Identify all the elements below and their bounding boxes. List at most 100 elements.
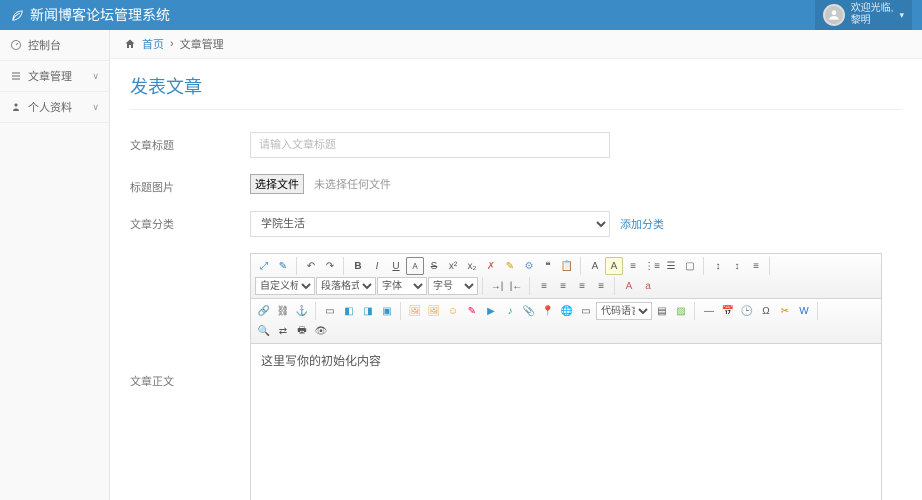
breadcrumb-home[interactable]: 首页 — [142, 36, 164, 52]
sidebar-item-articles[interactable]: 文章管理 ∨ — [0, 61, 109, 92]
insertframe-icon[interactable]: ▭ — [577, 302, 595, 320]
rowspacingbot-icon[interactable]: ↕ — [728, 257, 746, 275]
breadcrumb: 首页 › 文章管理 — [110, 30, 922, 59]
imagenone-icon[interactable]: ▭ — [321, 302, 339, 320]
removeformat-icon[interactable]: ✗ — [482, 257, 500, 275]
preview-icon[interactable]: 👁 — [312, 322, 330, 340]
spechars-icon[interactable]: Ω — [757, 302, 775, 320]
gmap-icon[interactable]: 🌐 — [558, 302, 576, 320]
search-icon[interactable]: 🔍 — [255, 322, 273, 340]
time-icon[interactable]: 🕒 — [738, 302, 756, 320]
imageleft-icon[interactable]: ◧ — [340, 302, 358, 320]
code-lang-select[interactable]: 代码语言 — [596, 302, 652, 320]
align-justify-icon[interactable]: ≡ — [592, 277, 610, 295]
align-center-icon[interactable]: ≡ — [554, 277, 572, 295]
unlink-icon[interactable]: ⛓ — [274, 302, 292, 320]
label-category: 文章分类 — [130, 211, 250, 232]
choose-file-button[interactable]: 选择文件 — [250, 174, 304, 194]
scrawl-icon[interactable]: ✎ — [463, 302, 481, 320]
imagecenter-icon[interactable]: ▣ — [378, 302, 396, 320]
sidebar-item-console[interactable]: 控制台 — [0, 30, 109, 61]
chevron-down-icon: ∨ — [92, 102, 99, 113]
emotion-icon[interactable]: ☺ — [444, 302, 462, 320]
add-category-link[interactable]: 添加分类 — [620, 216, 664, 232]
undo-icon[interactable]: ↶ — [302, 257, 320, 275]
cleardoc-icon[interactable]: ▢ — [681, 257, 699, 275]
leaf-icon — [10, 8, 24, 22]
rowspacingtop-icon[interactable]: ↕ — [709, 257, 727, 275]
home-icon — [124, 38, 136, 50]
chevron-down-icon: ▾ — [899, 10, 904, 21]
imageright-icon[interactable]: ◨ — [359, 302, 377, 320]
paragraph-select[interactable]: 段落格式 — [316, 277, 376, 295]
backcolor-icon[interactable]: A — [605, 257, 623, 275]
outdent-icon[interactable]: |← — [507, 277, 525, 295]
simpleupload-icon[interactable]: 🖼 — [406, 302, 424, 320]
label-image: 标题图片 — [130, 174, 250, 195]
tolowercase-icon[interactable]: a — [639, 277, 657, 295]
hr-icon[interactable]: — — [700, 302, 718, 320]
sidebar-item-label: 控制台 — [28, 37, 99, 53]
user-menu[interactable]: 欢迎光临, 黎明 ▾ — [815, 0, 912, 30]
attachment-icon[interactable]: 📎 — [520, 302, 538, 320]
fullscreen-icon[interactable]: ⤢ — [255, 257, 273, 275]
editor-initial-text: 这里写你的初始化内容 — [261, 354, 381, 368]
file-hint: 未选择任何文件 — [314, 176, 391, 192]
user-icon — [10, 101, 22, 113]
font-family-select[interactable]: 字体 — [377, 277, 427, 295]
breadcrumb-current: 文章管理 — [180, 36, 224, 52]
sidebar: 控制台 文章管理 ∨ 个人资料 ∨ — [0, 30, 110, 500]
article-title-input[interactable] — [250, 132, 610, 158]
bold-icon[interactable]: B — [349, 257, 367, 275]
editor-body[interactable]: 这里写你的初始化内容 — [250, 344, 882, 500]
template-icon[interactable]: ▤ — [653, 302, 671, 320]
insertol-icon[interactable]: ≡ — [624, 257, 642, 275]
main-panel: 首页 › 文章管理 发表文章 文章标题 标题图片 选择文件 未选择任何文件 文章… — [110, 30, 922, 500]
sidebar-item-label: 个人资料 — [28, 99, 86, 115]
formatmatch-icon[interactable]: ✎ — [501, 257, 519, 275]
indent-icon[interactable]: →| — [488, 277, 506, 295]
page-title: 发表文章 — [130, 73, 902, 110]
insertul-icon[interactable]: ⋮≡ — [643, 257, 661, 275]
dashboard-icon — [10, 39, 22, 51]
snapscreen-icon[interactable]: ✂ — [776, 302, 794, 320]
wordimage-icon[interactable]: W — [795, 302, 813, 320]
redo-icon[interactable]: ↷ — [321, 257, 339, 275]
user-greeting: 欢迎光临, 黎明 — [851, 3, 894, 27]
sidebar-item-profile[interactable]: 个人资料 ∨ — [0, 92, 109, 123]
superscript-icon[interactable]: x² — [444, 257, 462, 275]
insertimage-icon[interactable]: 🖼 — [425, 302, 443, 320]
replace-icon[interactable]: ⇄ — [274, 322, 292, 340]
brand: 新闻博客论坛管理系统 — [10, 5, 170, 25]
source-icon[interactable]: ✎ — [274, 257, 292, 275]
underline-icon[interactable]: U — [387, 257, 405, 275]
background-icon[interactable]: ▨ — [672, 302, 690, 320]
selectall-icon[interactable]: ☰ — [662, 257, 680, 275]
fontborder-icon[interactable]: A — [406, 257, 424, 275]
link-icon[interactable]: 🔗 — [255, 302, 273, 320]
autotype-icon[interactable]: ⚙ — [520, 257, 538, 275]
date-icon[interactable]: 📅 — [719, 302, 737, 320]
custom-title-select[interactable]: 自定义标题 — [255, 277, 315, 295]
print-icon[interactable]: 🖶 — [293, 322, 311, 340]
list-icon — [10, 70, 22, 82]
map-icon[interactable]: 📍 — [539, 302, 557, 320]
rich-editor: ⤢ ✎ ↶ ↷ B I U A — [250, 253, 882, 500]
anchor-icon[interactable]: ⚓ — [293, 302, 311, 320]
lineheight-icon[interactable]: ≡ — [747, 257, 765, 275]
font-size-select[interactable]: 字号 — [428, 277, 478, 295]
editor-toolbar-row1: ⤢ ✎ ↶ ↷ B I U A — [250, 253, 882, 299]
italic-icon[interactable]: I — [368, 257, 386, 275]
subscript-icon[interactable]: x₂ — [463, 257, 481, 275]
align-right-icon[interactable]: ≡ — [573, 277, 591, 295]
music-icon[interactable]: ♪ — [501, 302, 519, 320]
blockquote-icon[interactable]: ❝ — [539, 257, 557, 275]
pasteplain-icon[interactable]: 📋 — [558, 257, 576, 275]
align-left-icon[interactable]: ≡ — [535, 277, 553, 295]
touppercase-icon[interactable]: A — [620, 277, 638, 295]
category-select[interactable]: 学院生活 — [250, 211, 610, 237]
top-banner: 新闻博客论坛管理系统 欢迎光临, 黎明 ▾ — [0, 0, 922, 30]
strikethrough-icon[interactable]: S — [425, 257, 443, 275]
video-icon[interactable]: ▶ — [482, 302, 500, 320]
forecolor-icon[interactable]: A — [586, 257, 604, 275]
